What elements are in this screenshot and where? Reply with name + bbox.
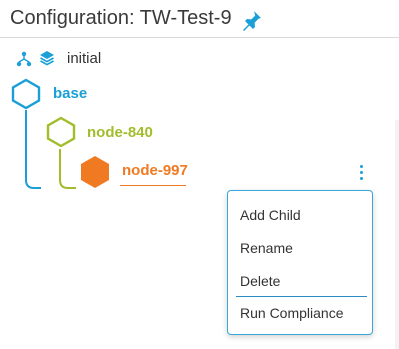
hexagon-filled-icon[interactable]: [79, 155, 111, 189]
menu-item-rename[interactable]: Rename: [240, 240, 293, 256]
configuration-panel: Configuration: TW-Test-9 initial base no…: [0, 0, 399, 349]
menu-divider: [236, 296, 367, 297]
context-menu: Add Child Rename Delete Run Compliance: [227, 190, 373, 335]
panel-edge: [395, 120, 399, 349]
tree-node-base[interactable]: base: [53, 85, 87, 102]
tree-node-840[interactable]: node-840: [87, 124, 153, 141]
hexagon-outline-icon[interactable]: [45, 116, 77, 148]
selected-underline: [120, 185, 186, 186]
pin-icon[interactable]: [240, 8, 264, 32]
menu-item-run-compliance[interactable]: Run Compliance: [240, 305, 344, 321]
tree-node-997[interactable]: node-997: [122, 162, 188, 179]
menu-item-add-child[interactable]: Add Child: [240, 207, 301, 223]
layers-icon[interactable]: [39, 50, 55, 66]
page-title: Configuration: TW-Test-9: [10, 7, 232, 29]
kebab-menu-icon[interactable]: [353, 163, 369, 181]
hierarchy-icon[interactable]: [16, 51, 32, 67]
menu-item-delete[interactable]: Delete: [240, 273, 280, 289]
panel-header: Configuration: TW-Test-9: [0, 0, 399, 38]
hexagon-outline-icon[interactable]: [10, 78, 42, 110]
layer-label: initial: [67, 50, 102, 67]
